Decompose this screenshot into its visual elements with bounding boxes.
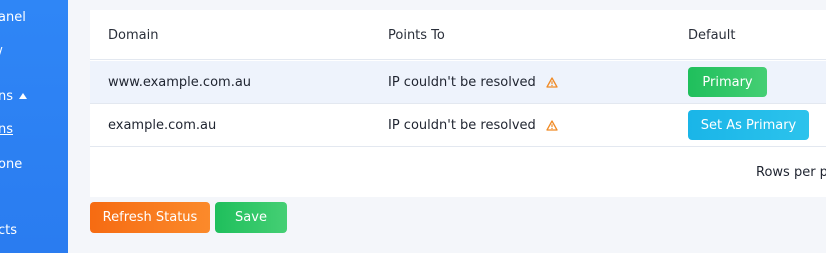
column-header-domain: Domain [108, 28, 159, 43]
sidebar-item-domains[interactable]: ns [0, 89, 28, 104]
sidebar-item-label: ns [0, 89, 14, 104]
table-row: www.example.com.au IP couldn't be resolv… [90, 61, 826, 104]
points-to-cell: IP couldn't be resolved [388, 75, 558, 92]
warning-icon [546, 77, 558, 92]
sidebar: anel / ns ns one cts [0, 0, 68, 253]
sidebar-subitem-domains[interactable]: ns [0, 122, 13, 137]
sidebar-item-label: anel [0, 10, 26, 25]
sidebar-item-contacts[interactable]: cts [0, 223, 17, 238]
rows-per-page-label: Rows per p [756, 165, 826, 180]
points-to-text: IP couldn't be resolved [388, 75, 536, 90]
set-as-primary-button[interactable]: Set As Primary [688, 110, 809, 140]
points-to-cell: IP couldn't be resolved [388, 118, 558, 135]
domain-cell: www.example.com.au [108, 75, 252, 90]
column-header-default: Default [688, 28, 736, 43]
points-to-text: IP couldn't be resolved [388, 118, 536, 133]
sidebar-item-panel[interactable]: anel [0, 10, 26, 25]
column-header-points-to: Points To [388, 28, 445, 43]
table-row: example.com.au IP couldn't be resolved S… [90, 104, 826, 147]
save-button[interactable]: Save [215, 202, 287, 233]
sidebar-item-label: cts [0, 223, 18, 238]
primary-button[interactable]: Primary [688, 67, 767, 97]
caret-up-icon [19, 93, 28, 99]
sidebar-item-2[interactable]: / [0, 46, 2, 61]
domain-cell: example.com.au [108, 118, 217, 133]
warning-icon [546, 120, 558, 135]
refresh-status-button[interactable]: Refresh Status [90, 202, 210, 233]
sidebar-item-label: / [0, 46, 2, 61]
domains-table-card: Domain Points To Default www.example.com… [90, 10, 826, 197]
table-header: Domain Points To Default [90, 10, 826, 60]
sidebar-item-label: ns [0, 122, 14, 137]
sidebar-item-label: one [0, 157, 23, 172]
sidebar-subitem-zone[interactable]: one [0, 157, 22, 172]
